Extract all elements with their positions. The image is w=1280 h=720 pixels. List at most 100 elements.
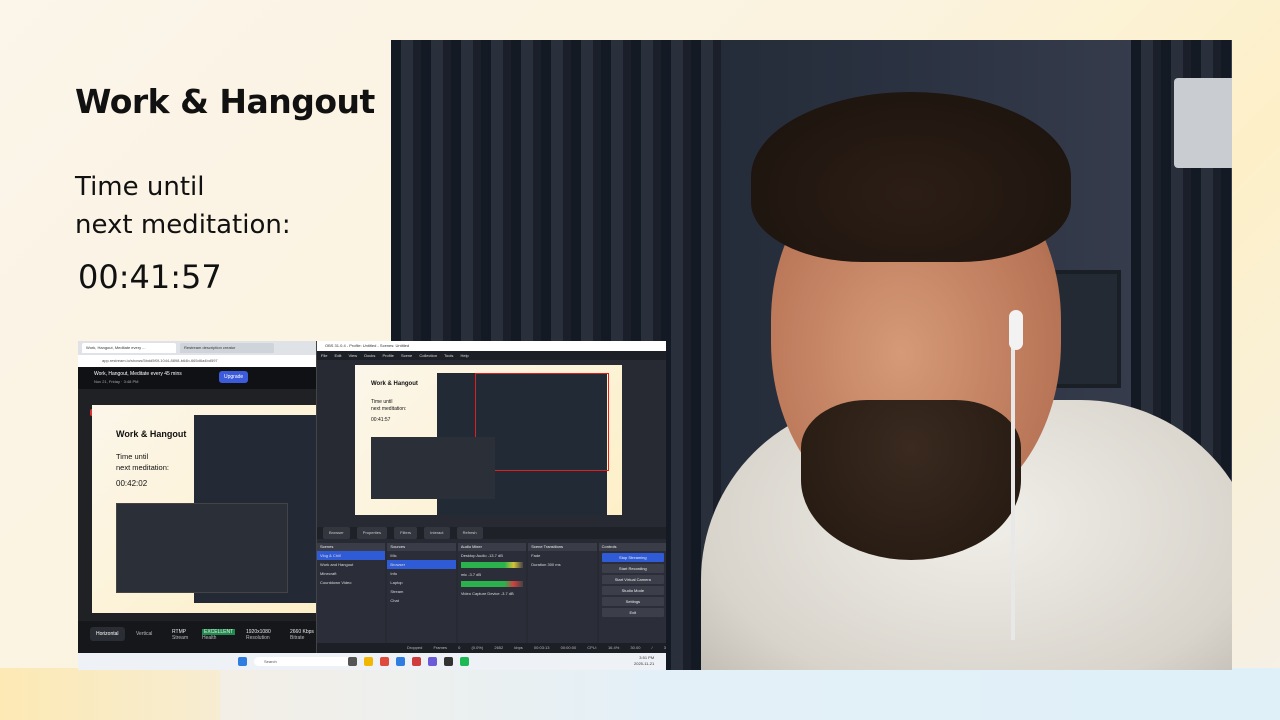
windows-taskbar: Search 3:51 PM 2025-11-21	[78, 653, 666, 670]
desktop-audio-meter	[460, 562, 524, 568]
background-cool-band	[220, 668, 1280, 720]
obs-window: OBS 31.0.4 - Profile: Untitled - Scenes:…	[316, 341, 666, 653]
start-recording-button[interactable]: Start Recording	[601, 564, 665, 573]
filters-button[interactable]: Filters	[394, 527, 418, 539]
source-item[interactable]: Laptop	[387, 578, 455, 587]
obs-preview-title: Work & Hangout	[371, 381, 418, 387]
health-sub: Health	[202, 635, 217, 641]
browser-tab-strip: Work, Hangout, Meditate every ... Restre…	[78, 341, 318, 355]
obs-selection-box[interactable]	[475, 373, 609, 471]
source-item[interactable]: Info	[387, 569, 455, 578]
desktop-audio-label: Desktop Audio	[460, 553, 487, 558]
stream-title: Work, Hangout, Meditate every 45 mins	[94, 371, 182, 377]
app-icon[interactable]	[428, 657, 437, 666]
spotify-icon[interactable]	[460, 657, 469, 666]
upgrade-button[interactable]: Upgrade	[219, 371, 249, 383]
scene-item[interactable]: Work and Hangout	[317, 560, 385, 569]
task-view-icon[interactable]	[348, 657, 357, 666]
resolution-stat: 1920x1080 Resolution	[246, 629, 271, 641]
studio-mode-button[interactable]: Studio Mode	[601, 586, 665, 595]
scene-transitions-dock: Scene Transitions Fade Duration 300 ms	[528, 543, 597, 643]
scenes-header: Scenes	[317, 543, 386, 551]
timer-label-line2: next meditation:	[75, 210, 291, 240]
obs-preview-label-line2: next meditation:	[371, 406, 407, 412]
file-explorer-icon[interactable]	[364, 657, 373, 666]
rtmp-stat: RTMP Stream	[172, 629, 188, 641]
obs-preview-label: Time until next meditation:	[371, 399, 406, 413]
browser-tab-active[interactable]: Work, Hangout, Meditate every ...	[82, 343, 176, 353]
stage-nested-screen	[116, 503, 288, 593]
sources-dock: Sources Mic Browser Info Laptop Stream C…	[387, 543, 456, 643]
video-capture-label: Video Capture Device	[460, 591, 500, 596]
browser-tab-inactive[interactable]: Restream description creator	[180, 343, 274, 353]
air-conditioner	[1174, 78, 1232, 168]
source-name: Browser	[323, 527, 350, 539]
scene-item[interactable]: Minecraft	[317, 569, 385, 578]
person-beard	[801, 400, 1021, 560]
start-virtual-camera-button[interactable]: Start Virtual Camera	[601, 575, 665, 584]
timer-label: Time until next meditation:	[75, 168, 291, 244]
audio-mixer-dock: Audio Mixer Desktop Audio -13.7 dB mic -…	[457, 543, 527, 643]
bitrate-stat: 2660 Kbps Bitrate	[290, 629, 314, 641]
stage-timer-label-line1: Time until	[116, 452, 149, 461]
video-capture-channel: Video Capture Device -3.7 dB	[458, 589, 526, 598]
desktop-audio-db: -13.7 dB	[487, 553, 503, 558]
stream-date: Nov 21, Friday · 3:48 PM	[94, 379, 139, 384]
stage-timer-label: Time until next meditation:	[116, 451, 169, 473]
mic-channel: mic -3.7 dB	[458, 570, 526, 579]
settings-button[interactable]: Settings	[601, 597, 665, 606]
scene-transitions-header: Scene Transitions	[528, 543, 597, 551]
scene-item[interactable]: Vlog & Chill	[317, 551, 386, 560]
windows-start-icon[interactable]	[238, 657, 247, 666]
obs-source-toolbar: Browser Properties Filters Interact Refr…	[317, 527, 666, 539]
sources-header: Sources	[387, 543, 456, 551]
earphone	[1009, 310, 1023, 350]
taskbar-clock[interactable]: 3:51 PM 2025-11-21	[634, 655, 654, 667]
obs-menu-bar[interactable]: File Edit View Docks Profile Scene Colle…	[317, 351, 666, 360]
bitrate-sub: Bitrate	[290, 635, 305, 641]
obs-preview: Work & Hangout Time until next meditatio…	[355, 365, 622, 515]
stop-streaming-button[interactable]: Stop Streaming	[601, 553, 665, 562]
resolution-sub: Resolution	[246, 635, 270, 641]
source-item[interactable]: Stream	[387, 587, 455, 596]
controls-dock: Controls Stop Streaming Start Recording …	[598, 543, 666, 643]
video-capture-db: -3.7 dB	[500, 591, 514, 596]
transition-duration[interactable]: Duration 300 ms	[528, 560, 596, 569]
exit-button[interactable]: Exit	[601, 608, 665, 617]
source-item[interactable]: Chat	[387, 596, 455, 605]
desktop-audio-channel: Desktop Audio -13.7 dB	[458, 551, 526, 560]
scene-item[interactable]: Countdown Video	[317, 578, 385, 587]
properties-button[interactable]: Properties	[356, 527, 388, 539]
app-icon[interactable]	[412, 657, 421, 666]
duration-label: Duration	[531, 562, 547, 567]
mic-meter	[460, 581, 524, 587]
earphone-wire	[1011, 340, 1015, 640]
overlay-title: Work & Hangout	[75, 82, 375, 121]
countdown-timer: 00:41:57	[78, 258, 222, 296]
timer-label-line1: Time until	[75, 172, 205, 202]
vertical-tab[interactable]: Vertical	[136, 631, 152, 637]
controls-header: Controls	[598, 543, 666, 551]
source-item[interactable]: Browser	[387, 560, 456, 569]
wall-picture	[1051, 270, 1121, 388]
browser-url-bar[interactable]: app.restream.io/shows/5bdd5f0f-1044-8898…	[78, 355, 318, 367]
restream-bottom-bar: Horizontal Vertical RTMP Stream EXCELLENT…	[78, 621, 318, 653]
obs-taskbar-icon[interactable]	[444, 657, 453, 666]
interact-button[interactable]: Interact	[424, 527, 450, 539]
source-item[interactable]: Mic	[387, 551, 455, 560]
refresh-button[interactable]: Refresh	[456, 527, 483, 539]
screen-share: Work, Hangout, Meditate every ... Restre…	[78, 341, 666, 670]
stage-countdown: 00:42:02	[116, 479, 148, 488]
taskbar-search[interactable]: Search	[254, 657, 352, 666]
clock-date: 2025-11-21	[634, 661, 655, 666]
restream-header: Work, Hangout, Meditate every 45 mins No…	[78, 367, 318, 389]
transition-type-select[interactable]: Fade	[528, 551, 596, 560]
browser-window: Work, Hangout, Meditate every ... Restre…	[78, 341, 318, 653]
stage-timer-label-line2: next meditation:	[116, 463, 169, 472]
stage-title: Work & Hangout	[116, 429, 187, 439]
duration-value: 300 ms	[547, 562, 561, 567]
app-icon[interactable]	[396, 657, 405, 666]
mic-db: -3.7 dB	[468, 572, 482, 577]
chrome-icon[interactable]	[380, 657, 389, 666]
horizontal-tab[interactable]: Horizontal	[90, 627, 125, 641]
